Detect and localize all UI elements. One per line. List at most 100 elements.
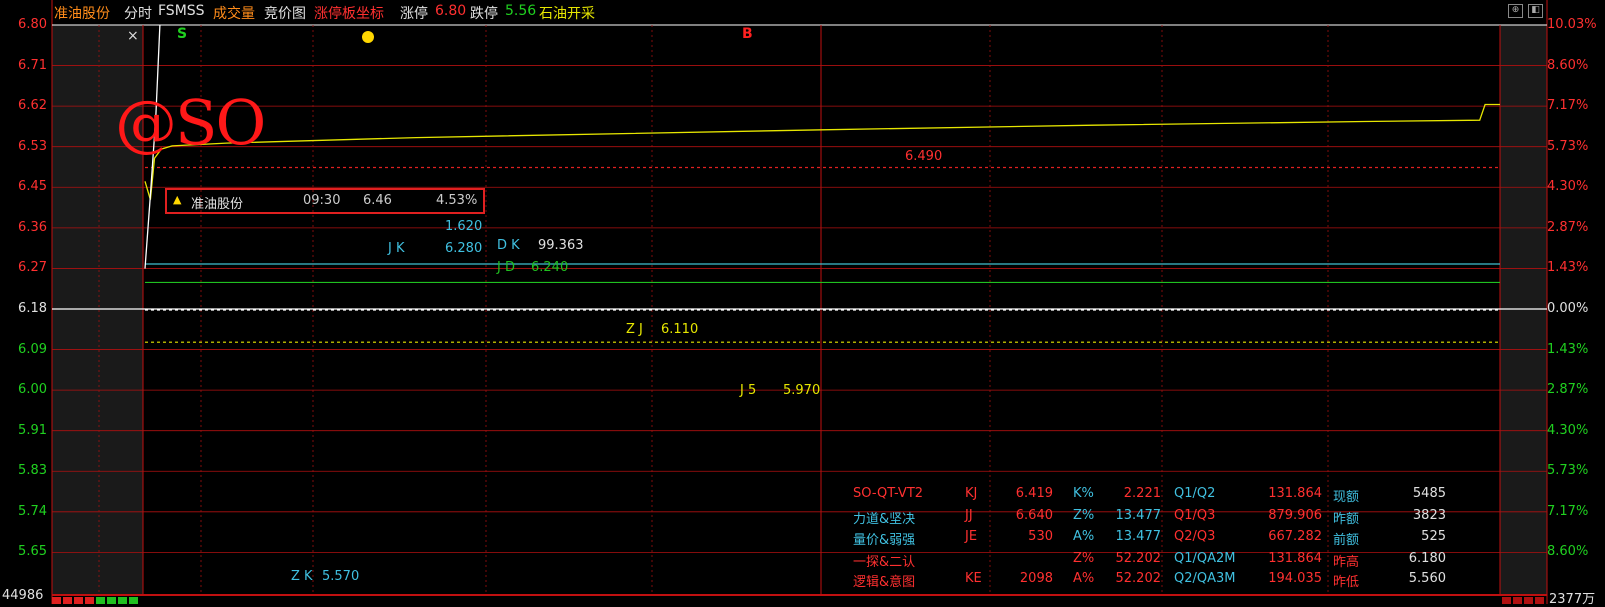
volume-bar (74, 597, 83, 604)
y-tick-right: 8.60% (1547, 57, 1589, 73)
tab-volume[interactable]: 成交量 (213, 3, 255, 23)
jk-label: J K (388, 241, 405, 256)
table-cell: A% (1073, 529, 1095, 544)
y-tick-left: 5.65 (18, 544, 47, 560)
y-tick-right: 2.87% (1547, 219, 1589, 235)
table-cell: 194.035 (1268, 571, 1322, 586)
close-icon[interactable]: × (127, 28, 139, 44)
y-tick-left: 6.80 (18, 17, 47, 32)
volume-bar (1535, 597, 1544, 604)
y-tick-left: 6.45 (18, 179, 47, 195)
dk-label: D K (497, 238, 520, 253)
stock-name[interactable]: 准油股份 (54, 3, 110, 23)
tooltip-time: 09:30 (303, 193, 341, 208)
table-cell: 530 (1028, 529, 1053, 544)
volume-bar (107, 597, 116, 604)
table-cell: 131.864 (1268, 486, 1322, 501)
limit-down-value: 5.56 (505, 3, 537, 19)
volume-bar (118, 597, 127, 604)
sun-icon[interactable] (362, 31, 374, 43)
volume-bar (1524, 597, 1533, 604)
volume-unit-label: 2377万 (1549, 592, 1596, 607)
y-tick-right: 1.43% (1547, 341, 1589, 357)
dk-value: 99.363 (538, 238, 584, 253)
y-tick-left: 6.09 (18, 341, 47, 357)
y-tick-right: 2.87% (1547, 382, 1589, 398)
y-tick-left: 5.74 (18, 503, 47, 519)
table-cell: 量价&弱强 (853, 533, 916, 548)
table-cell: 52.202 (1115, 571, 1162, 586)
table-cell: 52.202 (1115, 551, 1162, 566)
chart-header: 准油股份 分时 FSMSS 成交量 竞价图 涨停板坐标 涨停 6.80 跌停 5… (0, 0, 1605, 24)
limit-up-label: 涨停 (400, 6, 428, 22)
table-cell: JJ (965, 508, 973, 523)
tab-fsmss[interactable]: FSMSS (158, 3, 205, 19)
table-cell: 逻辑&意图 (853, 575, 916, 590)
tab-fenshi[interactable]: 分时 (124, 3, 152, 23)
table-cell: A% (1073, 571, 1095, 586)
volume-left-label: 44986 (2, 588, 44, 603)
jd-label: J D (497, 260, 515, 275)
zk-label: Z K (291, 569, 313, 584)
volume-bar (63, 597, 72, 604)
y-tick-right: 7.17% (1547, 98, 1589, 114)
tab-limit-axis[interactable]: 涨停板坐标 (314, 3, 384, 23)
table-cell: Q1/QA2M (1174, 551, 1236, 566)
right-shade-panel (1500, 25, 1547, 595)
y-tick-right: 7.17% (1547, 503, 1589, 519)
table-cell: 2.221 (1123, 486, 1161, 501)
table-cell: 2098 (1019, 571, 1053, 586)
y-tick-left: 5.91 (18, 422, 47, 438)
table-cell: K% (1073, 486, 1094, 501)
volume-bar (1513, 597, 1522, 604)
y-tick-right: 4.30% (1547, 179, 1589, 195)
buy-marker[interactable]: B (742, 26, 753, 42)
y-tick-right: 1.43% (1547, 260, 1589, 276)
table-cell: Q1/Q3 (1174, 508, 1216, 523)
tooltip-price: 6.46 (363, 193, 392, 208)
y-tick-right: 10.03% (1547, 17, 1597, 32)
table-cell: Q1/Q2 (1174, 486, 1216, 501)
price-line (144, 103, 1500, 200)
limit-up-value: 6.80 (435, 3, 467, 19)
table-cell: Q2/QA3M (1174, 571, 1236, 586)
y-tick-left: 6.53 (18, 138, 47, 154)
y-tick-right: 5.73% (1547, 463, 1589, 479)
zj-value: 6.110 (661, 322, 699, 337)
y-tick-right: 4.30% (1547, 422, 1589, 438)
y-tick-left: 6.18 (18, 300, 47, 316)
table-cell: 13.477 (1115, 529, 1162, 544)
zk-value: 5.570 (322, 569, 360, 584)
table-cell: KJ (965, 486, 978, 501)
volume-bar (52, 597, 61, 604)
y-tick-left: 6.27 (18, 260, 47, 276)
restore-icon[interactable]: ⊕ (1508, 4, 1523, 18)
volume-bar (1502, 597, 1511, 604)
j5-value: 5.970 (783, 383, 821, 398)
sell-marker[interactable]: S (177, 26, 187, 42)
table-cell: 5.560 (1408, 571, 1446, 586)
table-cell: Q2/Q3 (1174, 529, 1216, 544)
table-cell: Z% (1073, 508, 1095, 523)
table-cell: 879.906 (1268, 508, 1322, 523)
jd-value: 6.240 (531, 260, 569, 275)
y-tick-left: 6.62 (18, 98, 47, 114)
table-cell: 6.640 (1015, 508, 1053, 523)
table-cell: 现额 (1333, 490, 1360, 505)
table-cell: 667.282 (1268, 529, 1322, 544)
level-6490-label: 6.490 (905, 149, 943, 164)
tooltip-name: 准油股份 (191, 197, 244, 212)
table-cell: 525 (1421, 529, 1446, 544)
sector-label[interactable]: 石油开采 (539, 3, 595, 23)
limit-down-label: 跌停 (470, 6, 498, 22)
table-cell: 3823 (1412, 508, 1446, 523)
table-cell: 前额 (1333, 533, 1360, 548)
volume-bar (96, 597, 105, 604)
value-1620-label: 1.620 (445, 219, 483, 234)
dock-icon[interactable]: ◧ (1528, 4, 1543, 18)
volume-bar (85, 597, 94, 604)
up-arrow-icon: ▲ (173, 193, 182, 206)
table-cell: 一探&二认 (853, 555, 916, 570)
tab-auction[interactable]: 竞价图 (264, 3, 306, 23)
table-cell: 6.419 (1015, 486, 1053, 501)
